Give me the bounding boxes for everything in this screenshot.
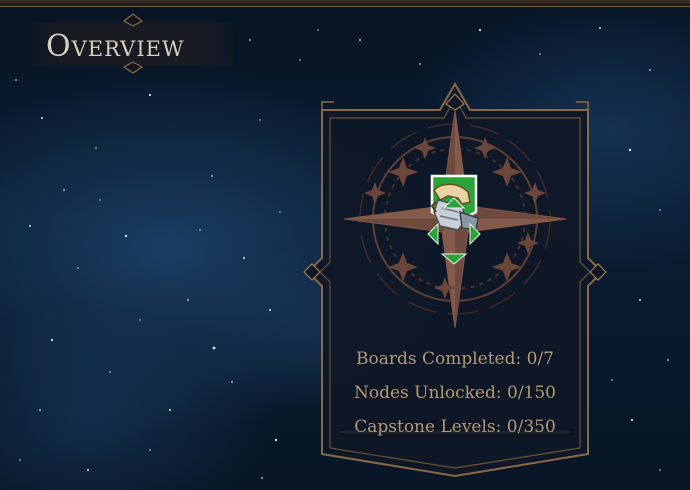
page-title: Overview <box>46 29 185 64</box>
nodes-unlocked-stat: Nodes Unlocked: 0/150 <box>353 383 557 403</box>
overview-title-plate: Overview <box>28 12 238 74</box>
boards-completed-stat: Boards Completed: 0/7 <box>355 349 554 369</box>
game-screen: Overview Boards Completed: 0/7 Nodes Unl… <box>0 0 690 490</box>
progress-stats: Boards Completed: 0/7 Nodes Unlocked: 0/… <box>300 342 610 444</box>
paragon-overview-card: Boards Completed: 0/7 Nodes Unlocked: 0/… <box>300 80 610 480</box>
gauntlet-icon <box>427 174 481 265</box>
capstone-levels-stat: Capstone Levels: 0/350 <box>354 417 556 437</box>
